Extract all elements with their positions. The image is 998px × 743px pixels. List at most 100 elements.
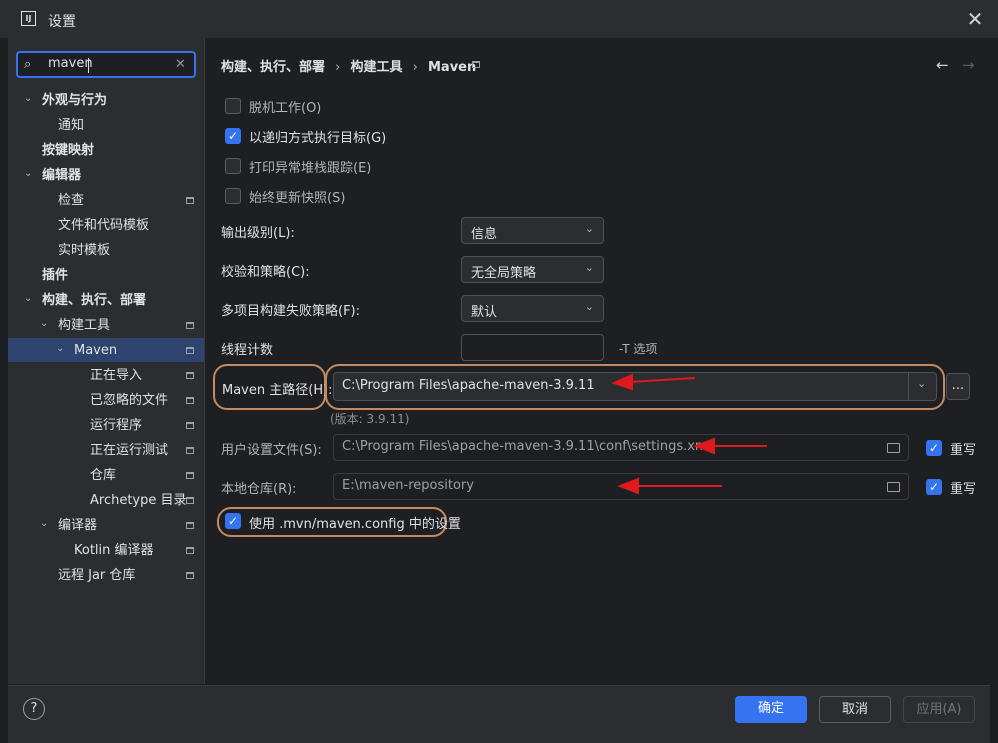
tree-item[interactable]: ⌄ 编译器 (8, 513, 204, 538)
tree-item[interactable]: 通知 (8, 113, 204, 138)
arrowhead-icon (617, 477, 639, 495)
option-checkbox[interactable] (225, 98, 241, 114)
tree-item-label: 仓库 (90, 468, 117, 483)
multiproject-value: 默认 (471, 305, 498, 320)
threads-input[interactable] (461, 334, 604, 361)
tree-item-label: 通知 (58, 118, 85, 133)
tree-item[interactable]: 插件 (8, 263, 204, 288)
option-label: 以递归方式执行目标(G) (249, 131, 387, 146)
option-checkbox[interactable] (225, 188, 241, 204)
tree-item[interactable]: 文件和代码模板 (8, 213, 204, 238)
close-icon[interactable]: ✕ (965, 8, 985, 30)
chevron-down-icon[interactable]: ⌄ (40, 511, 48, 536)
breadcrumb-item[interactable]: 构建工具 (351, 60, 403, 75)
cancel-button[interactable]: 取消 (819, 696, 891, 723)
maven-home-label: Maven 主路径(H): (222, 383, 333, 398)
tree-item[interactable]: 按键映射 (8, 138, 204, 163)
tree-item-label: 正在导入 (90, 368, 143, 383)
project-scope-icon (186, 397, 194, 404)
tree-item[interactable]: 远程 Jar 仓库 (8, 563, 204, 588)
ok-button[interactable]: 确定 (735, 696, 807, 723)
tree-item[interactable]: 仓库 (8, 463, 204, 488)
checksum-value: 无全局策略 (471, 266, 537, 281)
annotation-arrows (611, 373, 767, 495)
window-title: 设置 (48, 14, 76, 30)
output-level-label: 输出级别(L): (221, 226, 295, 241)
tree-item-label: 文件和代码模板 (58, 218, 150, 233)
project-scope-icon (186, 197, 194, 204)
tree-item[interactable]: ⌄ 构建、执行、部署 (8, 288, 204, 313)
chevron-down-icon[interactable]: ⌄ (56, 336, 64, 361)
tree-item[interactable]: Archetype 目录 (8, 488, 204, 513)
chevron-down-icon[interactable]: ⌄ (40, 311, 48, 336)
project-scope-icon (186, 422, 194, 429)
maven-version-text: (版本: 3.9.11) (330, 412, 410, 426)
chevron-down-icon[interactable]: ⌄ (24, 161, 32, 186)
annotation-arrow (627, 377, 696, 383)
tree-item-label: 插件 (42, 268, 69, 283)
tree-item-label: 已忽略的文件 (90, 393, 169, 408)
project-scope-icon (186, 372, 194, 379)
option-checkbox[interactable] (225, 158, 241, 174)
breadcrumb-item[interactable]: 构建、执行、部署 (221, 60, 325, 75)
maven-home-value: C:\Program Files\apache-maven-3.9.11 (342, 378, 595, 393)
option-label: 始终更新快照(S) (249, 191, 346, 206)
breadcrumb-separator: › (335, 60, 341, 75)
checksum-select[interactable]: 无全局策略 ⌄ (461, 256, 604, 283)
tree-item[interactable]: Kotlin 编译器 (8, 538, 204, 563)
tree-item[interactable]: ⌄ 构建工具 (8, 313, 204, 338)
tree-item-label: 远程 Jar 仓库 (58, 568, 136, 583)
chevron-down-icon[interactable]: ⌄ (24, 286, 32, 311)
tree-item[interactable]: 正在导入 (8, 363, 204, 388)
tree-item-label: 编译器 (58, 518, 98, 533)
apply-button[interactable]: 应用(A) (903, 696, 975, 723)
checksum-label: 校验和策略(C): (221, 265, 310, 280)
option-label: 打印异常堆栈跟踪(E) (249, 161, 372, 176)
tree-item[interactable]: ⌄ 外观与行为 (8, 88, 204, 113)
output-level-select[interactable]: 信息 ⌄ (461, 217, 604, 244)
tree-item-label: 正在运行测试 (90, 443, 169, 458)
mvn-config-label: 使用 .mvn/maven.config 中的设置 (249, 517, 461, 532)
threads-hint: -T 选项 (619, 342, 658, 356)
tree-item-label: 运行程序 (90, 418, 143, 433)
forward-arrow-icon[interactable]: → (962, 56, 975, 74)
left-gutter (0, 38, 8, 742)
breadcrumb-current: Maven (428, 60, 477, 75)
tree-item[interactable]: 已忽略的文件 (8, 388, 204, 413)
tree-item[interactable]: ⌄ Maven (8, 338, 204, 363)
search-value: maven (48, 56, 93, 71)
tree-item[interactable]: 实时模板 (8, 238, 204, 263)
tree-item-label: 编辑器 (42, 168, 82, 183)
back-arrow-icon[interactable]: ← (936, 56, 949, 74)
chevron-down-icon: ⌄ (584, 261, 594, 274)
local-repo-label: 本地仓库(R): (221, 482, 297, 497)
chevron-down-icon: ⌄ (584, 300, 594, 313)
project-scope-icon (186, 447, 194, 454)
threads-label: 线程计数 (221, 343, 274, 358)
tree-item[interactable]: ⌄ 编辑器 (8, 163, 204, 188)
title-bar (0, 0, 998, 38)
mvn-config-checkbox[interactable]: ✓ (225, 513, 241, 529)
option-label: 脱机工作(O) (249, 101, 322, 116)
arrowhead-icon (693, 437, 715, 455)
breadcrumb-separator: › (412, 60, 418, 75)
tree-item-label: 构建、执行、部署 (42, 293, 147, 308)
multiproject-select[interactable]: 默认 ⌄ (461, 295, 604, 322)
chevron-down-icon[interactable]: ⌄ (24, 86, 32, 111)
tree-item[interactable]: 检查 (8, 188, 204, 213)
tree-item[interactable]: 正在运行测试 (8, 438, 204, 463)
arrowhead-icon (611, 373, 633, 391)
project-scope-icon (186, 572, 194, 579)
text-caret (88, 58, 89, 73)
search-input[interactable] (16, 51, 196, 78)
local-repo-value: E:\maven-repository (342, 478, 474, 493)
clear-search-icon[interactable]: ✕ (175, 57, 186, 72)
output-level-value: 信息 (471, 227, 498, 242)
search-icon: ⌕ (24, 57, 32, 72)
app-logo-icon: IJ (21, 11, 36, 26)
tree-item-label: 外观与行为 (42, 93, 108, 108)
user-settings-label: 用户设置文件(S): (221, 443, 322, 458)
tree-item[interactable]: 运行程序 (8, 413, 204, 438)
option-checkbox[interactable]: ✓ (225, 128, 241, 144)
help-button[interactable]: ? (23, 698, 45, 720)
